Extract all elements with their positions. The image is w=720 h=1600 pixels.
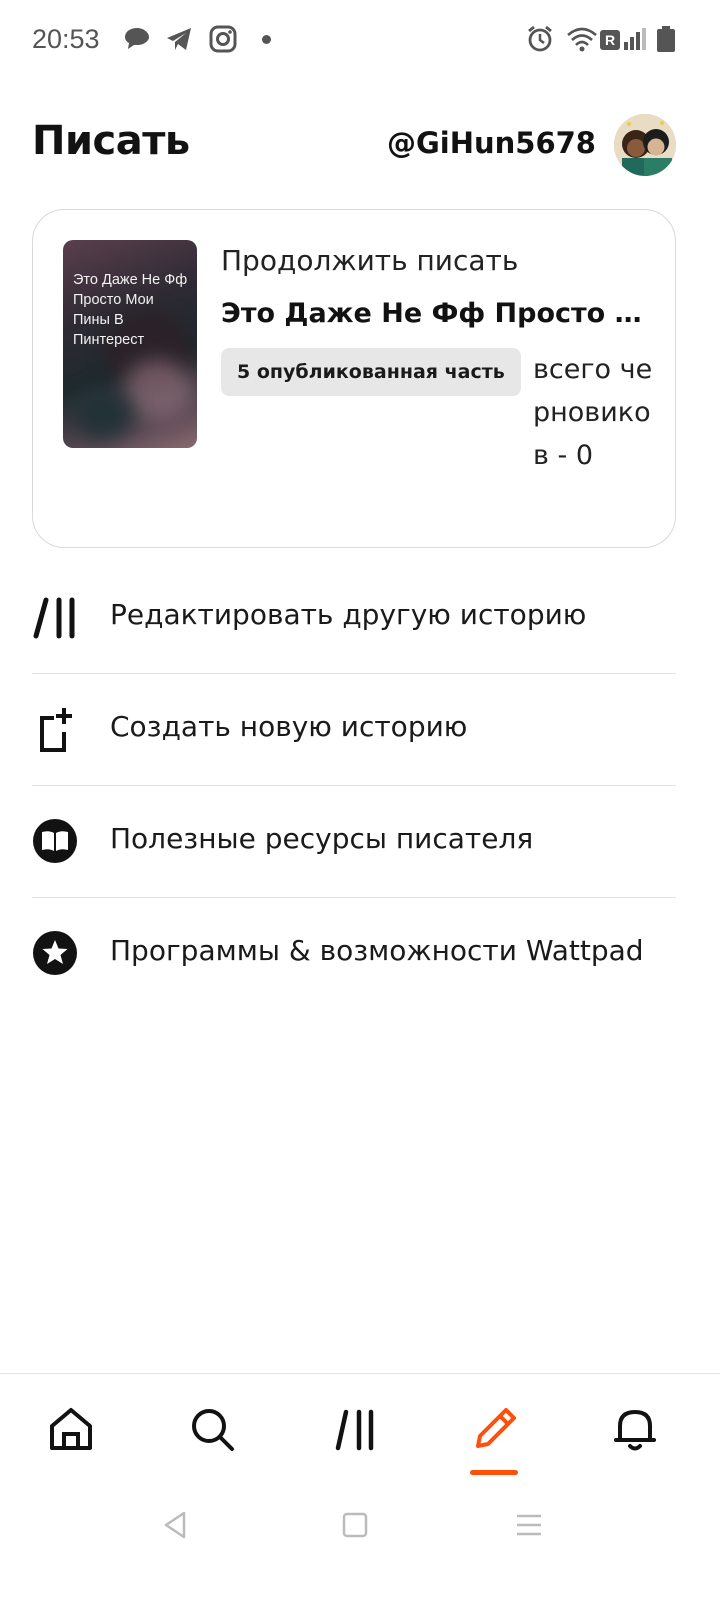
page-title: Писать bbox=[32, 118, 190, 164]
library-icon[interactable] bbox=[330, 1404, 380, 1454]
menu-label: Полезные ресурсы писателя bbox=[110, 822, 534, 855]
published-parts-badge: 5 опубликованная часть bbox=[221, 348, 521, 396]
avatar[interactable] bbox=[614, 114, 676, 176]
continue-writing-label: Продолжить писать bbox=[221, 244, 519, 277]
roaming-letter: R bbox=[605, 32, 615, 48]
search-icon[interactable] bbox=[187, 1404, 237, 1454]
new-story-icon bbox=[32, 706, 78, 752]
status-bar: 20:53 R bbox=[0, 0, 720, 80]
menu-item-create-story[interactable]: Создать новую историю bbox=[32, 674, 676, 786]
bottom-nav bbox=[0, 1373, 720, 1483]
story-title[interactable]: Это Даже Не Фф Просто Мои Пины В Пинтере… bbox=[221, 298, 645, 329]
library-icon bbox=[32, 594, 78, 640]
story-cover[interactable]: Это Даже Не Фф Просто Мои Пины В Пинтере… bbox=[63, 240, 197, 448]
book-icon bbox=[32, 818, 78, 864]
dot-icon bbox=[262, 35, 271, 44]
menu-item-edit-story[interactable]: Редактировать другую историю bbox=[32, 562, 676, 674]
username[interactable]: @GiHun5678 bbox=[387, 126, 596, 160]
back-icon[interactable] bbox=[160, 1510, 190, 1545]
wifi-icon bbox=[566, 24, 598, 59]
battery-icon bbox=[656, 26, 676, 57]
menu-item-wattpad-programs[interactable]: Программы & возможности Wattpad bbox=[32, 898, 676, 1010]
instagram-icon bbox=[208, 24, 238, 59]
continue-writing-card[interactable]: Это Даже Не Фф Просто Мои Пины В Пинтере… bbox=[32, 209, 676, 548]
telegram-icon bbox=[164, 24, 194, 59]
menu-label: Редактировать другую историю bbox=[110, 598, 587, 631]
active-tab-indicator bbox=[470, 1470, 518, 1475]
menu-item-writer-resources[interactable]: Полезные ресурсы писателя bbox=[32, 786, 676, 898]
home-square-icon[interactable] bbox=[340, 1510, 370, 1545]
alarm-icon bbox=[525, 24, 555, 59]
menu-label: Программы & возможности Wattpad bbox=[110, 934, 644, 967]
notifications-icon[interactable] bbox=[610, 1404, 660, 1454]
star-icon bbox=[32, 930, 78, 976]
write-menu: Редактировать другую историю Создать нов… bbox=[32, 562, 676, 1010]
cover-text: Это Даже Не Фф Просто Мои Пины В Пинтере… bbox=[73, 272, 188, 348]
recents-icon[interactable] bbox=[514, 1510, 544, 1545]
write-icon[interactable] bbox=[470, 1404, 520, 1454]
roaming-icon: R bbox=[600, 30, 620, 55]
signal-icon bbox=[624, 28, 648, 55]
system-nav bbox=[0, 1490, 720, 1600]
drafts-count: всего черновиков - 0 bbox=[533, 354, 653, 471]
status-time: 20:53 bbox=[32, 24, 100, 54]
chat-bubble-icon bbox=[122, 24, 152, 59]
home-icon[interactable] bbox=[46, 1404, 96, 1454]
menu-label: Создать новую историю bbox=[110, 710, 468, 743]
